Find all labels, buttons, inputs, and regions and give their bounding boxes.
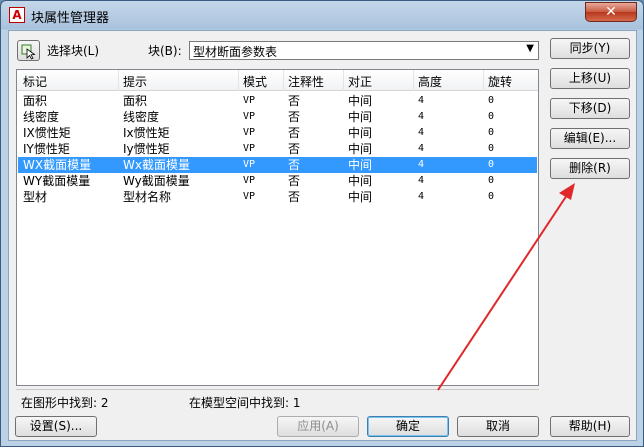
block-label: 块(B): [148, 44, 182, 58]
cell-rotation: 0 [488, 143, 495, 154]
cell-mode: VP [243, 95, 256, 106]
cell-prompt: Wx截面模量 [123, 158, 190, 172]
cell-prompt: 线密度 [123, 110, 160, 124]
block-dropdown[interactable]: 型材断面参数表 ▼ [189, 41, 539, 60]
window-title: 块属性管理器 [31, 11, 110, 26]
chevron-down-icon: ▼ [526, 43, 534, 54]
cell-mode: VP [243, 191, 256, 202]
cell-justify: 中间 [348, 110, 373, 124]
column-divider[interactable] [283, 70, 284, 91]
table-row[interactable]: WX截面模量 Wx截面模量 VP 否 中间 4 0 [18, 157, 537, 173]
found-in-drawing-text: 在图形中找到: 2 [21, 396, 109, 410]
cell-mode: VP [243, 111, 256, 122]
cell-mode: VP [243, 159, 256, 170]
cell-prompt: Iy惯性矩 [123, 142, 170, 156]
table-row[interactable]: 面积 面积 VP 否 中间 4 0 [18, 93, 537, 109]
cell-justify: 中间 [348, 126, 373, 140]
cell-rotation: 0 [488, 127, 495, 138]
cancel-button[interactable]: 取消 [457, 416, 539, 437]
cell-justify: 中间 [348, 174, 373, 188]
cell-rotation: 0 [488, 159, 495, 170]
select-block-label: 选择块(L) [47, 44, 100, 58]
cell-tag: IY惯性矩 [23, 142, 70, 156]
cell-annotative: 否 [288, 110, 301, 124]
help-button[interactable]: 帮助(H) [550, 416, 630, 437]
apply-button[interactable]: 应用(A) [277, 416, 359, 437]
cell-tag: WY截面模量 [23, 174, 91, 188]
cell-tag: 线密度 [23, 110, 60, 124]
cell-justify: 中间 [348, 158, 373, 172]
ok-button[interactable]: 确定 [367, 416, 449, 437]
edit-button[interactable]: 编辑(E)... [550, 128, 630, 149]
delete-button[interactable]: 删除(R) [550, 158, 630, 179]
close-icon: ✕ [605, 4, 617, 20]
cell-justify: 中间 [348, 190, 373, 204]
column-header-height[interactable]: 高度 [418, 73, 442, 90]
attribute-list[interactable]: 标记 提示 模式 注释性 对正 高度 旋转 面积 面积 VP 否中间 4 0 线密度 线密度 V… [16, 69, 539, 386]
status-divider [16, 389, 539, 390]
cell-rotation: 0 [488, 111, 495, 122]
cell-tag: 面积 [23, 94, 48, 108]
cell-rotation: 0 [488, 175, 495, 186]
cell-height: 4 [418, 127, 425, 138]
pick-object-icon [21, 44, 36, 60]
column-header-tag[interactable]: 标记 [23, 73, 47, 90]
cell-prompt: Ix惯性矩 [123, 126, 170, 140]
cell-prompt: 型材名称 [123, 190, 172, 204]
cell-annotative: 否 [288, 174, 301, 188]
table-row[interactable]: 线密度 线密度 VP 否 中间 4 0 [18, 109, 537, 125]
table-row[interactable]: WY截面模量 Wy截面模量 VP 否 中间 4 0 [18, 173, 537, 189]
cell-height: 4 [418, 191, 425, 202]
cell-prompt: 面积 [123, 94, 148, 108]
cell-tag: WX截面模量 [23, 158, 92, 172]
cell-tag: IX惯性矩 [23, 126, 71, 140]
cell-tag: 型材 [23, 190, 48, 204]
cell-height: 4 [418, 175, 425, 186]
title-bar[interactable]: A 块属性管理器 ✕ [1, 1, 643, 29]
cell-height: 4 [418, 159, 425, 170]
cell-height: 4 [418, 111, 425, 122]
column-header-annotative[interactable]: 注释性 [288, 73, 324, 90]
autocad-app-icon: A [9, 7, 25, 23]
cell-annotative: 否 [288, 190, 301, 204]
column-header-justify[interactable]: 对正 [348, 73, 372, 90]
list-header: 标记 提示 模式 注释性 对正 高度 旋转 [17, 70, 538, 91]
cell-annotative: 否 [288, 94, 301, 108]
cell-annotative: 否 [288, 142, 301, 156]
table-row[interactable]: IY惯性矩 Iy惯性矩 VP 否 中间 4 0 [18, 141, 537, 157]
move-down-button[interactable]: 下移(D) [550, 98, 630, 119]
column-divider[interactable] [343, 70, 344, 91]
dialog-client-area: 选择块(L) 块(B): 型材断面参数表 ▼ 同步(Y) 上移(U) 下移(D)… [8, 30, 637, 441]
column-header-rotation[interactable]: 旋转 [488, 73, 512, 90]
block-dropdown-value: 型材断面参数表 [193, 45, 278, 59]
cell-height: 4 [418, 143, 425, 154]
cell-rotation: 0 [488, 95, 495, 106]
table-row[interactable]: 型材 型材名称 VP 否 中间 4 0 [18, 189, 537, 205]
settings-button[interactable]: 设置(S)... [15, 416, 97, 437]
column-divider[interactable] [238, 70, 239, 91]
cell-annotative: 否 [288, 158, 301, 172]
cell-prompt: Wy截面模量 [123, 174, 190, 188]
cell-mode: VP [243, 175, 256, 186]
column-divider[interactable] [483, 70, 484, 91]
sync-button[interactable]: 同步(Y) [550, 38, 630, 59]
select-block-button[interactable] [17, 40, 40, 61]
cell-height: 4 [418, 95, 425, 106]
column-divider[interactable] [118, 70, 119, 91]
column-header-prompt[interactable]: 提示 [123, 73, 147, 90]
found-in-model-space-text: 在模型空间中找到: 1 [189, 396, 301, 410]
table-row[interactable]: IX惯性矩 Ix惯性矩 VP 否 中间 4 0 [18, 125, 537, 141]
close-button[interactable]: ✕ [585, 2, 637, 22]
dialog-window: A 块属性管理器 ✕ 选择块(L) 块(B): 型材断面参数表 ▼ 同步(Y) … [0, 0, 644, 447]
cell-mode: VP [243, 127, 256, 138]
column-divider[interactable] [413, 70, 414, 91]
cell-justify: 中间 [348, 142, 373, 156]
cell-annotative: 否 [288, 126, 301, 140]
cell-mode: VP [243, 143, 256, 154]
cell-rotation: 0 [488, 191, 495, 202]
cell-justify: 中间 [348, 94, 373, 108]
column-header-mode[interactable]: 模式 [243, 73, 267, 90]
move-up-button[interactable]: 上移(U) [550, 68, 630, 89]
